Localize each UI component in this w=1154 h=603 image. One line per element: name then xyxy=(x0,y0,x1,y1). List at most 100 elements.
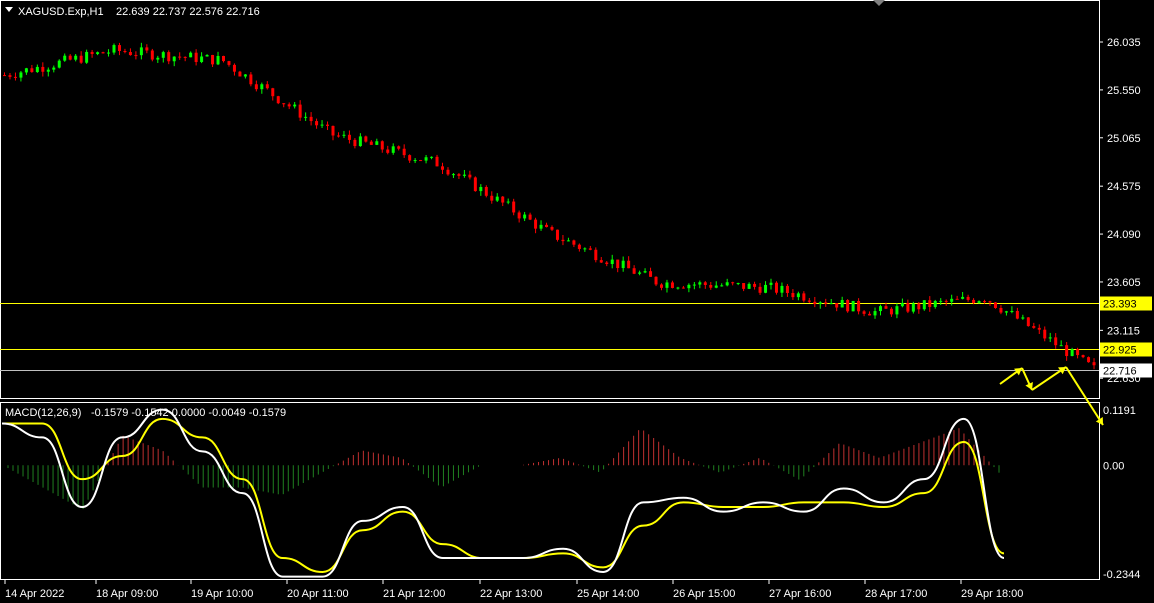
candle-body xyxy=(928,300,932,307)
candle-body xyxy=(358,136,362,147)
candle-body xyxy=(216,55,220,65)
candle-body xyxy=(46,69,50,72)
candle-body xyxy=(862,311,866,314)
candle-body xyxy=(353,139,357,147)
time-tick-label: 27 Apr 16:00 xyxy=(769,588,831,600)
candle-body xyxy=(1070,349,1074,357)
candle-body xyxy=(74,55,78,60)
candle-body xyxy=(555,229,559,240)
candle-body xyxy=(96,52,100,55)
candle-body xyxy=(19,72,23,78)
symbol-ohlc: 22.639 22.737 22.576 22.716 xyxy=(116,6,260,18)
level-price-label: 22.925 xyxy=(1103,345,1137,357)
candle-body xyxy=(451,174,455,176)
candle-body xyxy=(873,311,877,316)
candle-body xyxy=(123,51,127,53)
candle-body xyxy=(857,300,861,312)
candle-body xyxy=(249,74,253,85)
candle-body xyxy=(933,300,937,307)
candle-body xyxy=(807,300,811,302)
candle-body xyxy=(670,282,674,288)
macd-values: -0.1579 -0.1542 0.0000 -0.0049 -0.1579 xyxy=(91,407,286,419)
candle-body xyxy=(435,156,439,167)
candle-body xyxy=(364,136,368,142)
candle-body xyxy=(599,260,603,263)
candle-body xyxy=(649,271,653,277)
candle-body xyxy=(63,55,67,61)
price-pane-frame xyxy=(0,0,1100,399)
candle-body xyxy=(764,284,768,293)
candle-body xyxy=(884,306,888,309)
price-tick-label: 26.035 xyxy=(1107,37,1141,49)
candle-body xyxy=(638,272,642,274)
candle-body xyxy=(731,282,735,284)
candle-body xyxy=(1054,337,1058,346)
candle-body xyxy=(911,303,915,312)
candle-body xyxy=(534,219,538,229)
candle-body xyxy=(895,306,899,315)
candle-body xyxy=(879,306,882,312)
price-tick-label: 25.065 xyxy=(1107,133,1141,145)
candle-body xyxy=(818,302,822,305)
dropdown-triangle-icon[interactable] xyxy=(5,7,13,12)
candle-body xyxy=(441,166,444,170)
candle-body xyxy=(736,283,740,285)
chart-shift-marker[interactable] xyxy=(873,0,885,6)
candle-body xyxy=(457,174,461,176)
time-tick-label: 28 Apr 17:00 xyxy=(865,588,927,600)
candle-body xyxy=(802,293,806,301)
candle-body xyxy=(145,47,149,51)
candle-body xyxy=(194,52,198,62)
candle-body xyxy=(922,300,926,310)
candle-body xyxy=(238,71,242,77)
macd-main-line xyxy=(1,408,1005,578)
candle-body xyxy=(150,50,154,60)
candle-body xyxy=(232,64,236,72)
candle-body xyxy=(3,75,6,77)
candle-body xyxy=(512,201,516,213)
price-axis: 26.035 25.550 25.065 24.575 24.090 23.605 23.1… xyxy=(1099,37,1141,385)
candle-body xyxy=(758,286,762,293)
candle-body xyxy=(681,287,685,289)
candle-body xyxy=(1081,355,1085,358)
time-tick-label: 19 Apr 10:00 xyxy=(191,588,253,600)
level-price-label: 23.393 xyxy=(1103,299,1137,311)
candle-body xyxy=(139,47,143,56)
candle-body xyxy=(1076,349,1080,356)
candle-body xyxy=(473,177,477,192)
horizontal-levels: 23.393 22.925 22.716 xyxy=(0,296,1152,378)
candle-body xyxy=(829,303,833,305)
candle-body xyxy=(917,303,921,310)
candle-body xyxy=(785,285,789,293)
candle-body xyxy=(30,68,34,73)
candle-body xyxy=(572,240,576,245)
candle-body xyxy=(424,157,428,161)
candle-body xyxy=(408,155,412,161)
candle-body xyxy=(643,271,647,273)
price-tick-label: 23.115 xyxy=(1107,325,1140,337)
candle-body xyxy=(336,135,340,137)
candle-body xyxy=(660,284,663,288)
candle-body xyxy=(1010,310,1014,312)
candle-body xyxy=(309,116,313,122)
trading-chart[interactable]: 26.035 25.550 25.065 24.575 24.090 23.605 23.1… xyxy=(0,0,1154,603)
candle-body xyxy=(68,55,72,60)
candle-body xyxy=(495,196,499,201)
candle-body xyxy=(993,302,997,308)
candle-body xyxy=(183,56,187,58)
candle-body xyxy=(484,187,488,196)
candle-body xyxy=(101,52,105,54)
candle-body xyxy=(501,196,505,203)
time-tick-label: 26 Apr 15:00 xyxy=(673,588,735,600)
candle-body xyxy=(1037,327,1041,330)
time-tick-label: 20 Apr 11:00 xyxy=(287,588,349,600)
current-price-label: 22.716 xyxy=(1103,366,1137,378)
candle-body xyxy=(79,55,83,63)
candle-body xyxy=(999,307,1003,313)
candle-body xyxy=(52,67,56,70)
candle-body xyxy=(413,160,417,162)
candle-body xyxy=(561,239,565,242)
candle-body xyxy=(840,300,844,308)
candle-body xyxy=(577,244,581,249)
candle-body xyxy=(282,103,286,105)
